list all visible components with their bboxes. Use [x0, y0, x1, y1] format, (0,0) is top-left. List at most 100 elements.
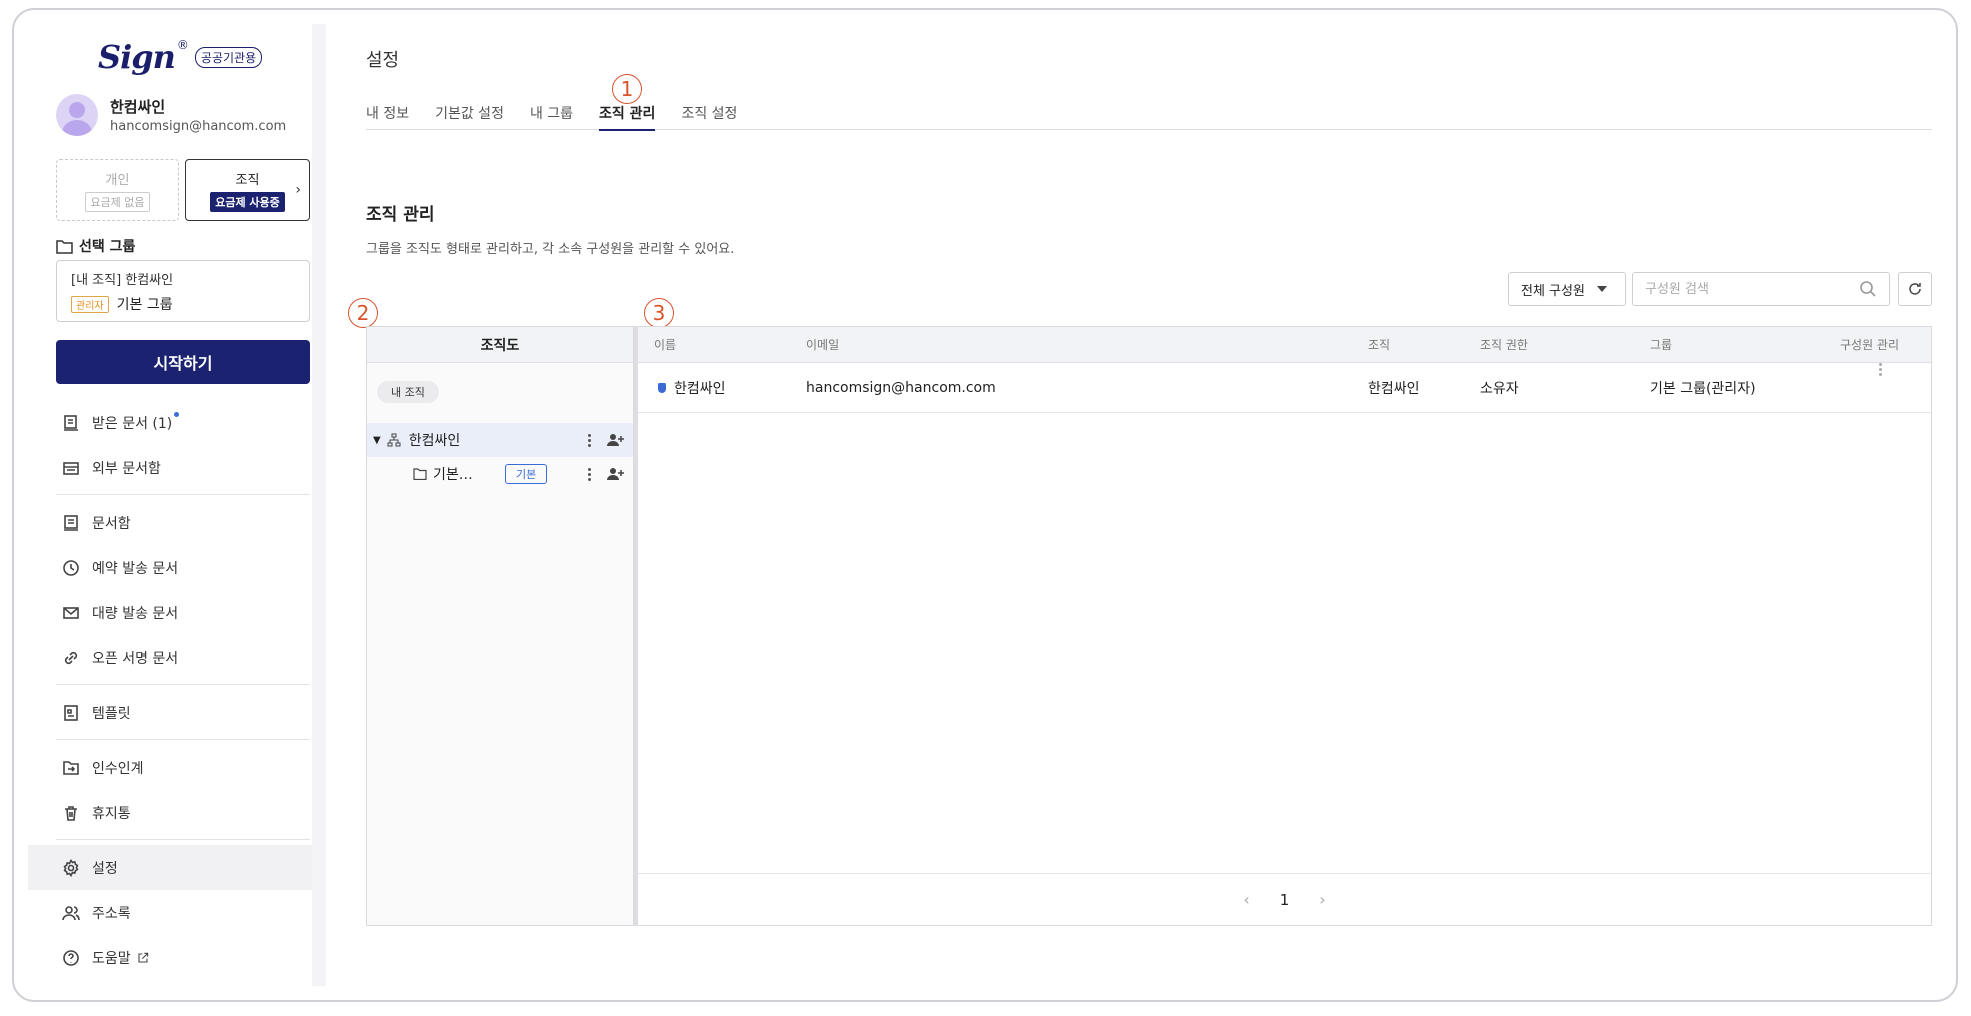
selected-group-box[interactable]: [내 조직] 한컴싸인 관리자 기본 그룹 [56, 260, 310, 322]
table-row[interactable]: 한컴싸인 hancomsign@hancom.com 한컴싸인 소유자 기본 그… [638, 363, 1931, 413]
org-plan-tag: 요금제 사용중 [210, 191, 285, 212]
refresh-button[interactable] [1898, 272, 1932, 306]
col-org: 조직 [1368, 338, 1391, 352]
col-email: 이메일 [806, 338, 840, 352]
cell-name: 한컴싸인 [658, 363, 726, 412]
pagination: ‹ 1 › [638, 873, 1931, 925]
app-window: Sign ® 공공기관용 한컴싸인 hancomsign@hancom.com … [12, 8, 1958, 1002]
cell-role: 소유자 [1480, 380, 1519, 397]
avatar [56, 94, 98, 136]
cell-org: 한컴싸인 [1368, 380, 1420, 397]
org-chart-panel: 조직도 내 조직 ▼ 한컴싸인 기본… 기본 [366, 326, 634, 926]
sidebar-item-contacts[interactable]: 주소록 [28, 890, 312, 935]
sidebar-item-label: 문서함 [92, 515, 131, 532]
more-icon[interactable] [587, 467, 591, 481]
section-title: 조직 관리 [366, 205, 435, 225]
member-search-input[interactable] [1645, 281, 1859, 297]
more-icon[interactable] [587, 433, 591, 447]
public-agency-badge: 공공기관용 [194, 46, 263, 68]
org-tree-root[interactable]: ▼ 한컴싸인 [367, 423, 633, 457]
callout-marker-1: 1 [612, 74, 642, 104]
table-header: 이름 이메일 조직 조직 권한 그룹 구성원 관리 [638, 327, 1931, 363]
user-profile[interactable]: 한컴싸인 hancomsign@hancom.com [56, 94, 286, 136]
my-org-pill[interactable]: 내 조직 [377, 381, 439, 403]
sidebar-item-label: 템플릿 [92, 705, 131, 722]
sidebar-item-bulk[interactable]: 대량 발송 문서 [28, 590, 312, 635]
sidebar-item-label: 휴지통 [92, 805, 131, 822]
user-email: hancomsign@hancom.com [110, 119, 287, 134]
sidebar-item-label: 예약 발송 문서 [92, 560, 179, 577]
member-filter-select[interactable]: 전체 구성원 [1508, 272, 1626, 306]
sidebar-item-label: 설정 [92, 860, 118, 877]
user-name: 한컴싸인 [110, 98, 166, 116]
tab-org-settings[interactable]: 조직 설정 [681, 96, 737, 130]
callout-marker-2: 2 [348, 298, 378, 328]
sidebar-item-docbox[interactable]: 문서함 [28, 500, 312, 545]
caret-down-icon[interactable]: ▼ [373, 435, 381, 446]
sidebar-item-label: 대량 발송 문서 [92, 605, 179, 622]
sidebar-item-label: 외부 문서함 [92, 460, 161, 477]
sidebar-item-handover[interactable]: 인수인계 [28, 745, 312, 790]
cell-email: hancomsign@hancom.com [806, 379, 996, 396]
org-tree-child[interactable]: 기본… 기본 [367, 457, 633, 491]
brand-logo[interactable]: Sign ® 공공기관용 [98, 38, 263, 76]
document-box-icon [64, 514, 78, 531]
sidebar-item-external[interactable]: 외부 문서함 [28, 445, 312, 490]
org-chart-header: 조직도 [367, 327, 633, 363]
personal-plan-tag: 요금제 없음 [85, 191, 150, 212]
sidebar-item-label: 받은 문서 (1) [92, 415, 173, 432]
sidebar-item-help[interactable]: 도움말 [28, 935, 312, 980]
tab-my-info[interactable]: 내 정보 [366, 96, 409, 130]
folder-icon [56, 239, 73, 254]
external-box-icon [63, 461, 79, 475]
col-group: 그룹 [1650, 338, 1673, 352]
page-title: 설정 [366, 50, 400, 71]
add-member-icon[interactable] [607, 433, 625, 447]
org-plan-title: 조직 [235, 172, 260, 188]
logo-text: Sign [98, 38, 176, 76]
sidebar-item-received[interactable]: 받은 문서 (1) [28, 400, 312, 445]
default-group-tag: 기본 [505, 464, 548, 484]
member-search [1632, 272, 1890, 306]
link-icon [64, 651, 78, 664]
prev-page-icon[interactable]: ‹ [1243, 890, 1249, 909]
section-description: 그룹을 조직도 형태로 관리하고, 각 소속 구성원을 관리할 수 있어요. [366, 242, 735, 257]
nav-divider [56, 494, 310, 495]
sidebar-item-open-sign[interactable]: 오픈 서명 문서 [28, 635, 312, 680]
plan-switcher: 개인 요금제 없음 조직 요금제 사용중 › [56, 159, 310, 221]
nav-divider [56, 684, 310, 685]
group-org-line: [내 조직] 한컴싸인 [71, 273, 174, 288]
trash-icon [65, 805, 77, 821]
nav-divider [56, 739, 310, 740]
sidebar-item-trash[interactable]: 휴지통 [28, 790, 312, 835]
start-button[interactable]: 시작하기 [56, 340, 310, 384]
sidebar-item-label: 인수인계 [92, 760, 144, 777]
personal-plan-button[interactable]: 개인 요금제 없음 [56, 159, 179, 221]
org-structure-icon [387, 433, 401, 447]
org-plan-button[interactable]: 조직 요금제 사용중 › [185, 159, 310, 221]
next-page-icon[interactable]: › [1319, 890, 1325, 909]
sidebar-item-label: 주소록 [92, 905, 131, 922]
member-name: 한컴싸인 [674, 380, 726, 397]
tab-my-group[interactable]: 내 그룹 [530, 96, 573, 130]
member-table-panel: 이름 이메일 조직 조직 권한 그룹 구성원 관리 한컴싸인 hancomsig… [638, 326, 1932, 926]
org-root-label: 한컴싸인 [408, 433, 461, 449]
callout-marker-3: 3 [644, 298, 674, 328]
inbox-doc-icon [64, 414, 78, 431]
more-icon [1878, 363, 1882, 412]
mail-icon [63, 606, 79, 619]
add-member-icon[interactable] [607, 467, 625, 481]
owner-shield-icon [658, 382, 666, 393]
refresh-icon [1909, 283, 1921, 295]
col-name: 이름 [654, 338, 677, 352]
sidebar-item-label: 오픈 서명 문서 [92, 650, 179, 667]
current-page[interactable]: 1 [1280, 891, 1290, 909]
search-icon[interactable] [1859, 280, 1877, 298]
sidebar-item-settings[interactable]: 설정 [28, 845, 312, 890]
sidebar-item-template[interactable]: 템플릿 [28, 690, 312, 735]
org-child-label: 기본… [433, 467, 473, 483]
gear-icon [63, 858, 79, 877]
sidebar-item-scheduled[interactable]: 예약 발송 문서 [28, 545, 312, 590]
tab-defaults[interactable]: 기본값 설정 [435, 96, 504, 130]
help-icon [63, 949, 79, 966]
